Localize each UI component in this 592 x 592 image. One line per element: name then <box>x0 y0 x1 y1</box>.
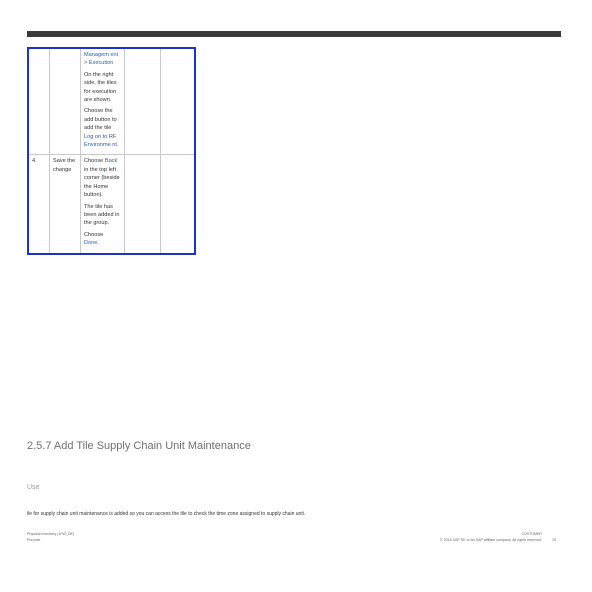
table-row: 4. Save the change Choose Back in the to… <box>27 154 196 255</box>
log-on-rf-link[interactable]: Log on to RF Environme nt <box>84 134 117 148</box>
instruction-cell: Managem ent > Execution On the right sid… <box>80 47 125 156</box>
instruction-text: On the right side, the tiles for executi… <box>84 71 117 104</box>
body-paragraph: ile for supply chain unit maintenance is… <box>27 511 306 517</box>
step-number-cell: 4. <box>27 154 50 255</box>
use-heading: Use <box>27 484 40 491</box>
instruction-text: Choose the add button to add the tile <box>84 108 117 132</box>
footer-section-name: Purpose <box>27 537 41 542</box>
back-link[interactable]: Back <box>105 158 117 164</box>
step-name-cell <box>49 47 81 156</box>
table-row: Managem ent > Execution On the right sid… <box>27 47 196 156</box>
instruction-text: in the top left corner (beside the Home … <box>84 166 120 199</box>
instruction-text: Choose <box>84 231 104 238</box>
path-link[interactable]: Managem ent > Execution <box>84 52 118 66</box>
section-title: 2.5.7 Add Tile Supply Chain Unit Mainten… <box>27 440 251 452</box>
step-name-cell: Save the change <box>49 154 81 255</box>
page-number: 15 <box>552 538 556 542</box>
instruction-text: The tile has been added in the group. <box>84 203 120 227</box>
footer-document-name: Physical Inventory (1FW_DE) <box>27 532 75 536</box>
pass-fail-cell <box>160 154 196 255</box>
footer-left: Physical Inventory (1FW_DE) Purpose <box>27 532 74 543</box>
footer-copyright: © 2016 SAP SE or an SAP affiliate compan… <box>439 537 542 542</box>
done-link[interactable]: Done. <box>84 240 99 246</box>
test-steps-table: Managem ent > Execution On the right sid… <box>27 47 196 255</box>
footer-right: CUSTOMER © 2016 SAP SE or an SAP affilia… <box>420 532 542 543</box>
header-bar <box>27 31 561 37</box>
expected-result-cell <box>124 47 161 156</box>
expected-result-cell <box>124 154 161 255</box>
step-number-cell <box>27 47 50 156</box>
instruction-cell: Choose Back in the top left corner (besi… <box>80 154 125 255</box>
instruction-text: Choose <box>84 158 105 165</box>
pass-fail-cell <box>160 47 196 156</box>
instruction-text: . <box>116 142 119 149</box>
